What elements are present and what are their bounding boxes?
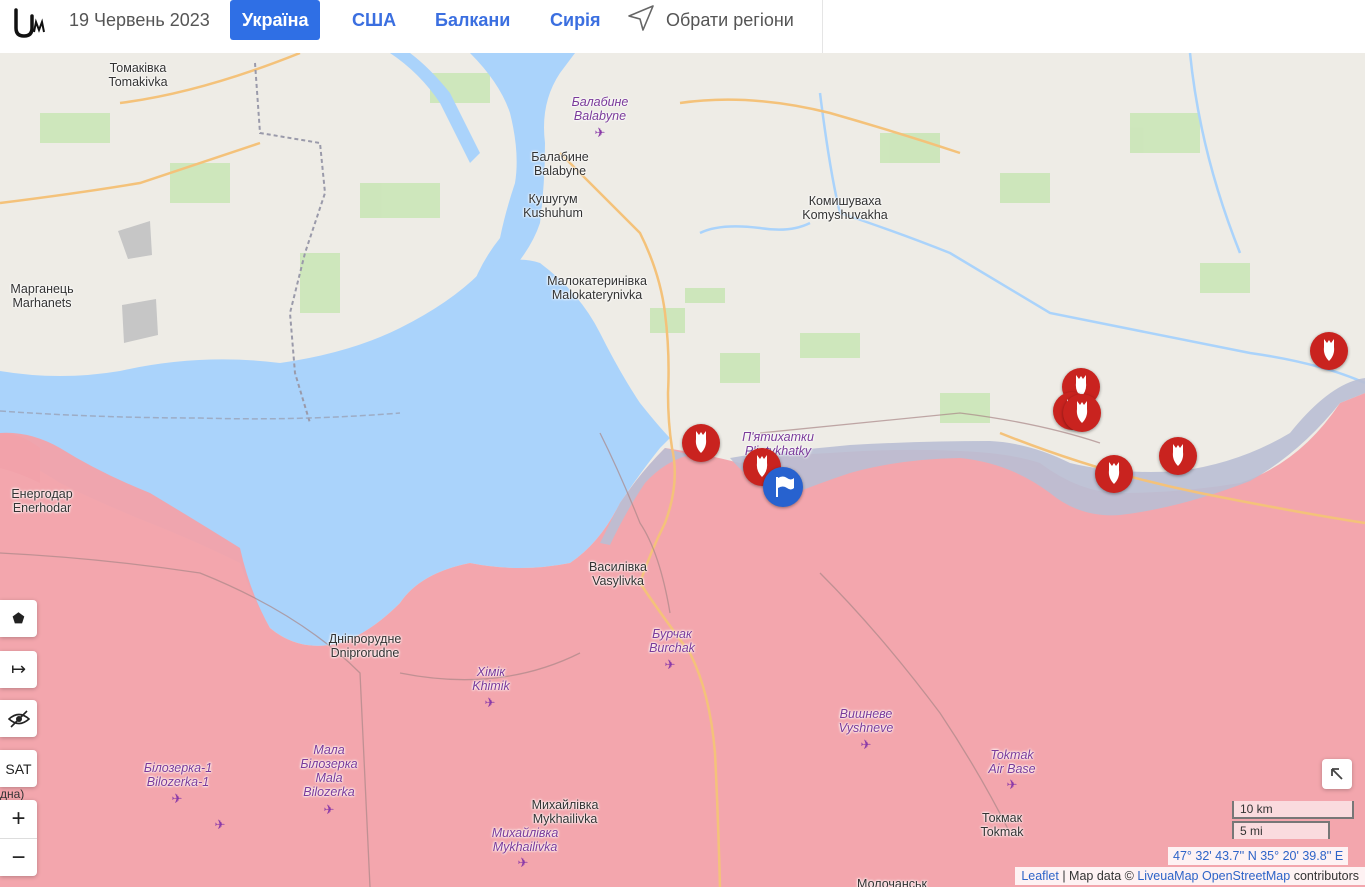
scale-mi: 5 mi [1232,821,1330,839]
airstrike-marker[interactable] [1063,394,1101,432]
airfield-bilozerka-1: Білозерка-1 Bilozerka-1 [143,761,213,789]
airfield-tokmak-air-base: Tokmak Air Base [988,748,1036,776]
place-komyshuvakha: Комишуваха Komyshuvakha [802,194,888,222]
tab-ukraine[interactable]: Україна [230,0,321,40]
flag-icon [776,476,794,497]
place-tomakivka: Томаківка Tomakivka [108,61,168,89]
choose-regions-button[interactable]: Обрати регіони [626,4,794,36]
place-malokaterynivka: Малокатеринівка Malokaterynivka [547,274,647,302]
liveuamap-logo[interactable] [12,8,48,38]
place-tokmak: Токмак Tokmak [980,811,1024,839]
airfield-khimik: Хімік Khimik [472,665,510,693]
place-molochansk: Молочанськ [857,877,927,887]
airfield-plane-icon: ✈ [323,802,335,817]
airfield-plane-icon: ✈ [664,657,676,672]
partial-label: дна) [0,787,25,801]
tab-balkans[interactable]: Балкани [435,10,510,30]
place-dniprorudne: Дніпрорудне Dniprorudne [328,632,402,660]
airfield-plane-icon: ✈ [214,817,226,832]
hide-layer-button[interactable] [0,700,37,737]
tab-syria[interactable]: Сирія [550,10,601,30]
bomb-icon [1323,339,1335,361]
airstrike-marker[interactable] [1095,455,1133,493]
zoom-out-button[interactable]: − [0,839,37,877]
header-divider [822,0,823,53]
airfield-burchak: Бурчак Burchak [649,627,695,655]
satellite-toggle-button[interactable]: SAT [0,750,37,787]
map-attribution: Leaflet | Map data © LiveuaMap OpenStree… [1015,867,1365,885]
place-balabyne: Балабине Balabyne [531,150,589,178]
scale-km: 10 km [1232,801,1354,819]
map-view[interactable]: Томаківка Tomakivka Балабине Balabyne ✈ Ба… [0,53,1365,887]
osm-link[interactable]: OpenStreetMap [1202,869,1290,883]
top-bar: 19 Червень 2023 Україна США Балкани Сирі… [0,0,1365,53]
airstrike-marker[interactable] [682,424,720,462]
place-enerhodar: Енергодар Enerhodar [11,487,73,515]
attribution-contributors: contributors [1290,869,1359,883]
attribution-text: | Map data © [1058,869,1138,883]
bomb-icon [1076,401,1088,423]
airfield-plane-icon: ✈ [517,855,529,870]
airfield-plane-icon: ✈ [171,791,183,806]
place-kushuhum: Кушугум Kushuhum [523,192,583,220]
navigation-arrow-icon [626,3,656,38]
choose-regions-label: Обрати регіони [666,9,794,30]
tab-usa[interactable]: США [352,10,396,30]
place-mykhailivka: Михайлівка Mykhailivka [531,798,599,826]
arrow-up-left-icon [1331,768,1343,780]
airfield-plane-icon: ✈ [594,125,606,140]
zoom-in-button[interactable]: + [0,800,37,839]
airfield-mykhailivka: Михайлівка Mykhailivka [491,826,559,854]
airstrike-marker[interactable] [1310,332,1348,370]
current-date: 19 Червень 2023 [69,10,210,30]
bomb-icon [1172,444,1184,466]
liveuamap-link[interactable]: LiveuaMap [1137,869,1198,883]
airfield-vyshneve: Вишневе Vyshneve [838,707,894,735]
polygon-icon: ⬟ [12,610,25,626]
airfield-plane-icon: ✈ [484,695,496,710]
airfield-mala-bilozerka: Мала Білозерка Mala Bilozerka [300,743,358,799]
zoom-control: + − [0,800,37,876]
airstrike-marker[interactable] [1159,437,1197,475]
cursor-coordinates: 47° 32' 43.7'' N 35° 20' 39.8'' E [1168,847,1349,865]
draw-polygon-button[interactable]: ⬟ [0,600,37,637]
measure-arrow-icon: ↦ [10,659,27,679]
airfield-plane-icon: ✈ [860,737,872,752]
measure-button[interactable]: ↦ [0,651,37,688]
expand-panel-button[interactable] [1322,759,1352,789]
eye-slash-icon [7,709,30,728]
airfield-balabyne: Балабине Balabyne [571,95,629,123]
bomb-icon [695,431,707,453]
leaflet-link[interactable]: Leaflet [1021,869,1059,883]
airfield-plane-icon: ✈ [1006,777,1018,792]
bomb-icon [1108,462,1120,484]
ukraine-forces-flag-marker[interactable] [763,467,803,507]
place-vasylivka: Василівка Vasylivka [589,560,647,588]
place-marhanets: Марганець Marhanets [10,282,74,310]
